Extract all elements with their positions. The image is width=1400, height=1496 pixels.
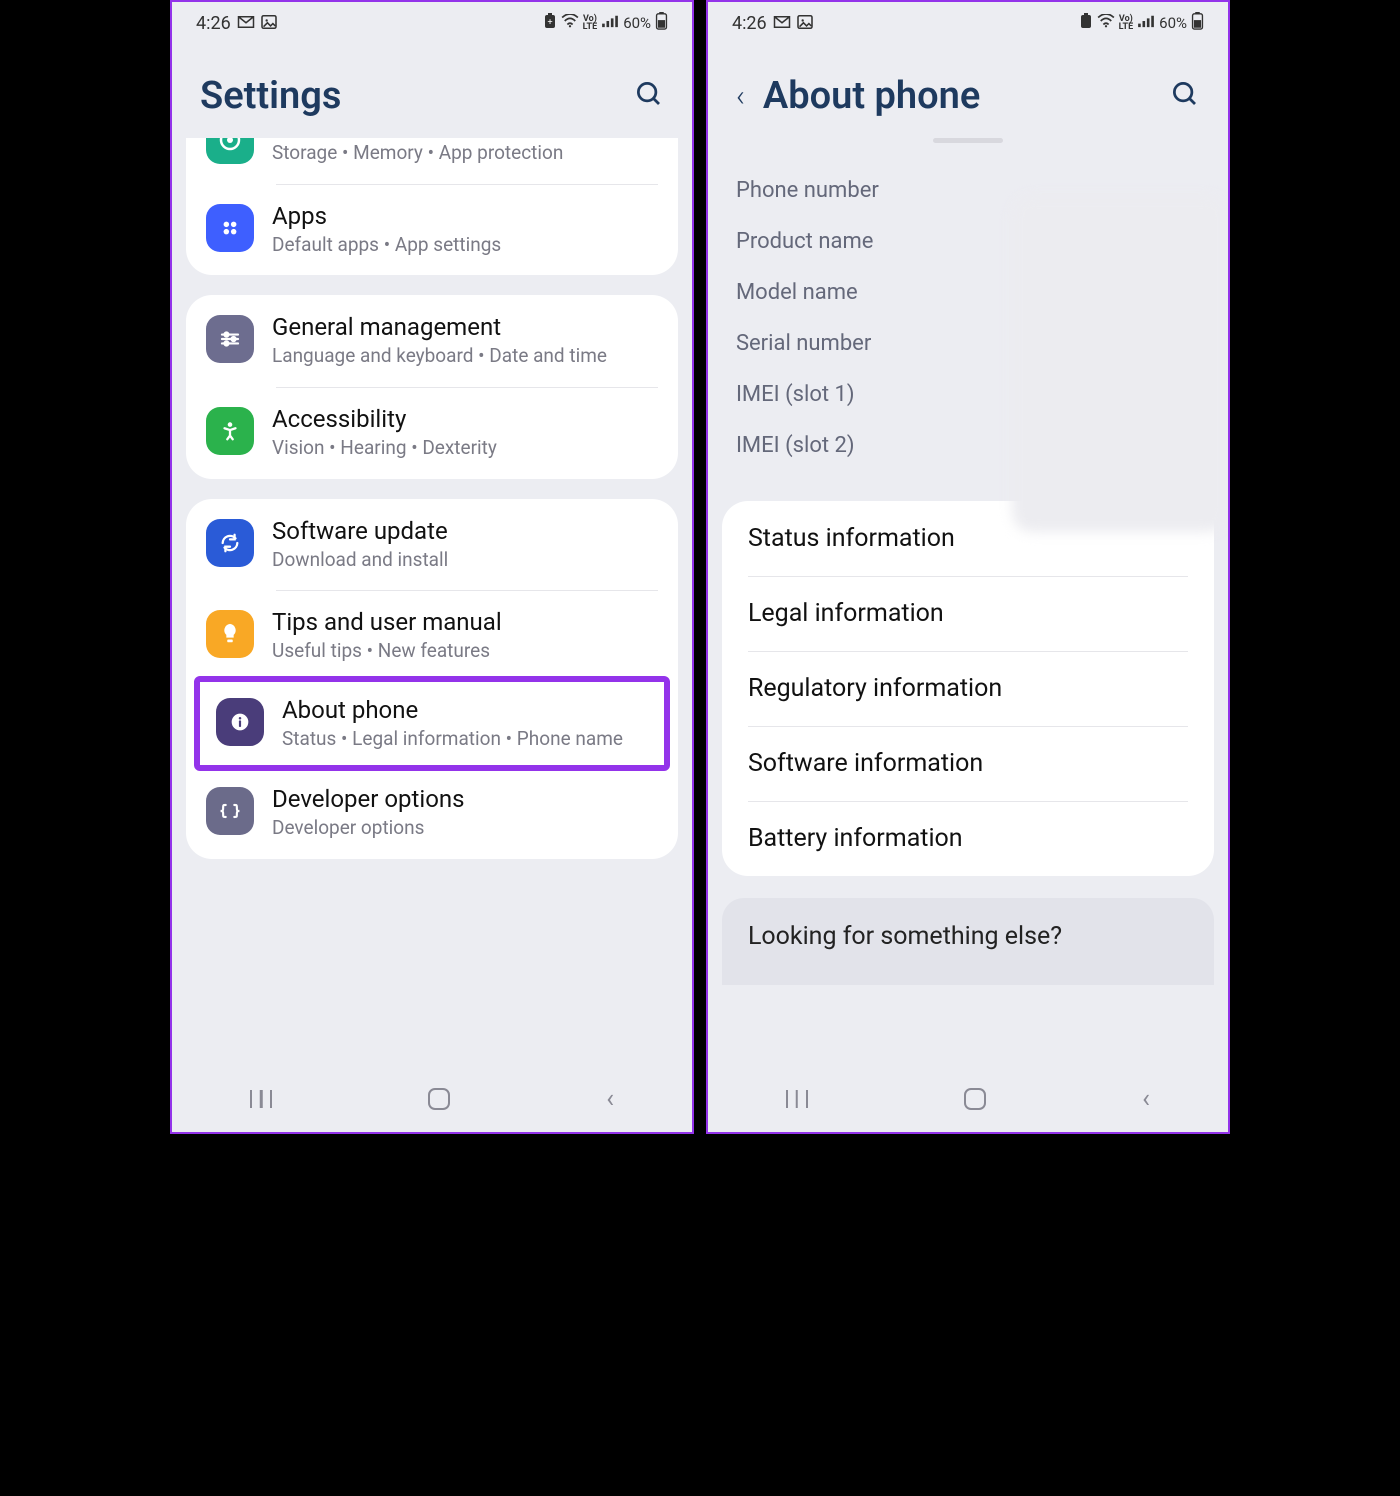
row-title: Tips and user manual: [272, 608, 658, 636]
redacted-values: [1012, 196, 1228, 532]
page-title: Settings: [200, 74, 341, 118]
settings-item-about[interactable]: About phoneStatus • Legal information • …: [200, 682, 664, 766]
nav-home-icon[interactable]: [964, 1088, 986, 1110]
signal-icon: [601, 14, 619, 32]
settings-group-1: Storage • Memory • App protection AppsDe…: [186, 138, 678, 275]
search-icon[interactable]: [1170, 79, 1200, 113]
signal-icon: [1137, 14, 1155, 32]
option-status[interactable]: Status information: [722, 501, 1214, 576]
settings-item-developer[interactable]: Developer optionsDeveloper options: [186, 773, 678, 859]
row-title: Developer options: [272, 785, 658, 813]
settings-group-2: General managementLanguage and keyboard …: [186, 295, 678, 478]
status-bar: 4:26 Vo)LTE 60%: [708, 2, 1228, 42]
status-time: 4:26: [732, 13, 767, 34]
row-title: Accessibility: [272, 405, 658, 433]
status-bar: 4:26 + Vo)LTE 60%: [172, 2, 692, 42]
settings-item-swupdate[interactable]: Software updateDownload and install: [186, 499, 678, 591]
status-time: 4:26: [196, 13, 231, 34]
back-icon[interactable]: ‹: [736, 79, 745, 114]
devicecare-icon: [206, 138, 254, 164]
row-subtitle: Status • Legal information • Phone name: [282, 726, 648, 752]
volte-icon: Vo)LTE: [583, 15, 598, 31]
search-icon[interactable]: [634, 79, 664, 113]
developer-icon: [206, 787, 254, 835]
swupdate-icon: [206, 519, 254, 567]
battery-percent: 60%: [623, 14, 651, 32]
option-regulatory[interactable]: Regulatory information: [722, 651, 1214, 726]
about-header: ‹ About phone: [708, 42, 1228, 138]
row-subtitle: Developer options: [272, 815, 658, 841]
row-subtitle: Storage • Memory • App protection: [272, 140, 658, 166]
about-icon: [216, 698, 264, 746]
general-icon: [206, 315, 254, 363]
option-legal[interactable]: Legal information: [722, 576, 1214, 651]
about-options: Status information Legal information Reg…: [722, 501, 1214, 876]
nav-home-icon[interactable]: [428, 1088, 450, 1110]
drag-handle[interactable]: [933, 138, 1003, 143]
gallery-icon: [261, 13, 277, 34]
wifi-icon: [1097, 14, 1115, 32]
nav-recent-icon[interactable]: [250, 1090, 272, 1108]
row-title: About phone: [282, 696, 648, 724]
battery-icon: [655, 12, 668, 34]
settings-item-accessibility[interactable]: AccessibilityVision • Hearing • Dexterit…: [186, 387, 678, 479]
row-subtitle: Vision • Hearing • Dexterity: [272, 435, 658, 461]
battery-percent: 60%: [1159, 14, 1187, 32]
battery-icon: [1191, 12, 1204, 34]
settings-item-apps[interactable]: AppsDefault apps • App settings: [186, 184, 678, 276]
row-subtitle: Download and install: [272, 547, 658, 573]
accessibility-icon: [206, 407, 254, 455]
volte-icon: Vo)LTE: [1119, 15, 1134, 31]
tips-icon: [206, 610, 254, 658]
nav-bar: ‹: [708, 1066, 1228, 1132]
svg-text:+: +: [547, 18, 552, 28]
highlight-about-phone: About phoneStatus • Legal information • …: [194, 676, 670, 772]
settings-header: Settings: [172, 42, 692, 138]
page-title: About phone: [763, 74, 980, 118]
row-title: Apps: [272, 202, 658, 230]
nav-back-icon[interactable]: ‹: [1142, 1084, 1150, 1114]
option-software[interactable]: Software information: [722, 726, 1214, 801]
row-subtitle: Useful tips • New features: [272, 638, 658, 664]
nav-bar: ‹: [172, 1066, 692, 1132]
settings-item-general[interactable]: General managementLanguage and keyboard …: [186, 295, 678, 387]
battery-saver-icon: +: [543, 13, 557, 33]
settings-item-tips[interactable]: Tips and user manualUseful tips • New fe…: [186, 590, 678, 682]
row-title: Software update: [272, 517, 658, 545]
about-phone-screen: 4:26 Vo)LTE 60% ‹ About phone Phone numb…: [706, 0, 1230, 1134]
settings-group-3: Software updateDownload and install Tips…: [186, 499, 678, 860]
looking-else[interactable]: Looking for something else?: [722, 898, 1214, 985]
settings-item-devicecare[interactable]: Storage • Memory • App protection: [186, 138, 678, 184]
apps-icon: [206, 204, 254, 252]
row-title: General management: [272, 313, 658, 341]
gallery-icon: [797, 13, 813, 34]
settings-screen: 4:26 + Vo)LTE 60% Settings Storage • Mem…: [170, 0, 694, 1134]
battery-saver-icon: [1079, 13, 1093, 33]
row-subtitle: Language and keyboard • Date and time: [272, 343, 658, 369]
row-subtitle: Default apps • App settings: [272, 232, 658, 258]
wifi-icon: [561, 14, 579, 32]
gmail-icon: [773, 13, 791, 34]
nav-recent-icon[interactable]: [786, 1090, 808, 1108]
option-battery[interactable]: Battery information: [722, 801, 1214, 876]
nav-back-icon[interactable]: ‹: [606, 1084, 614, 1114]
gmail-icon: [237, 13, 255, 34]
